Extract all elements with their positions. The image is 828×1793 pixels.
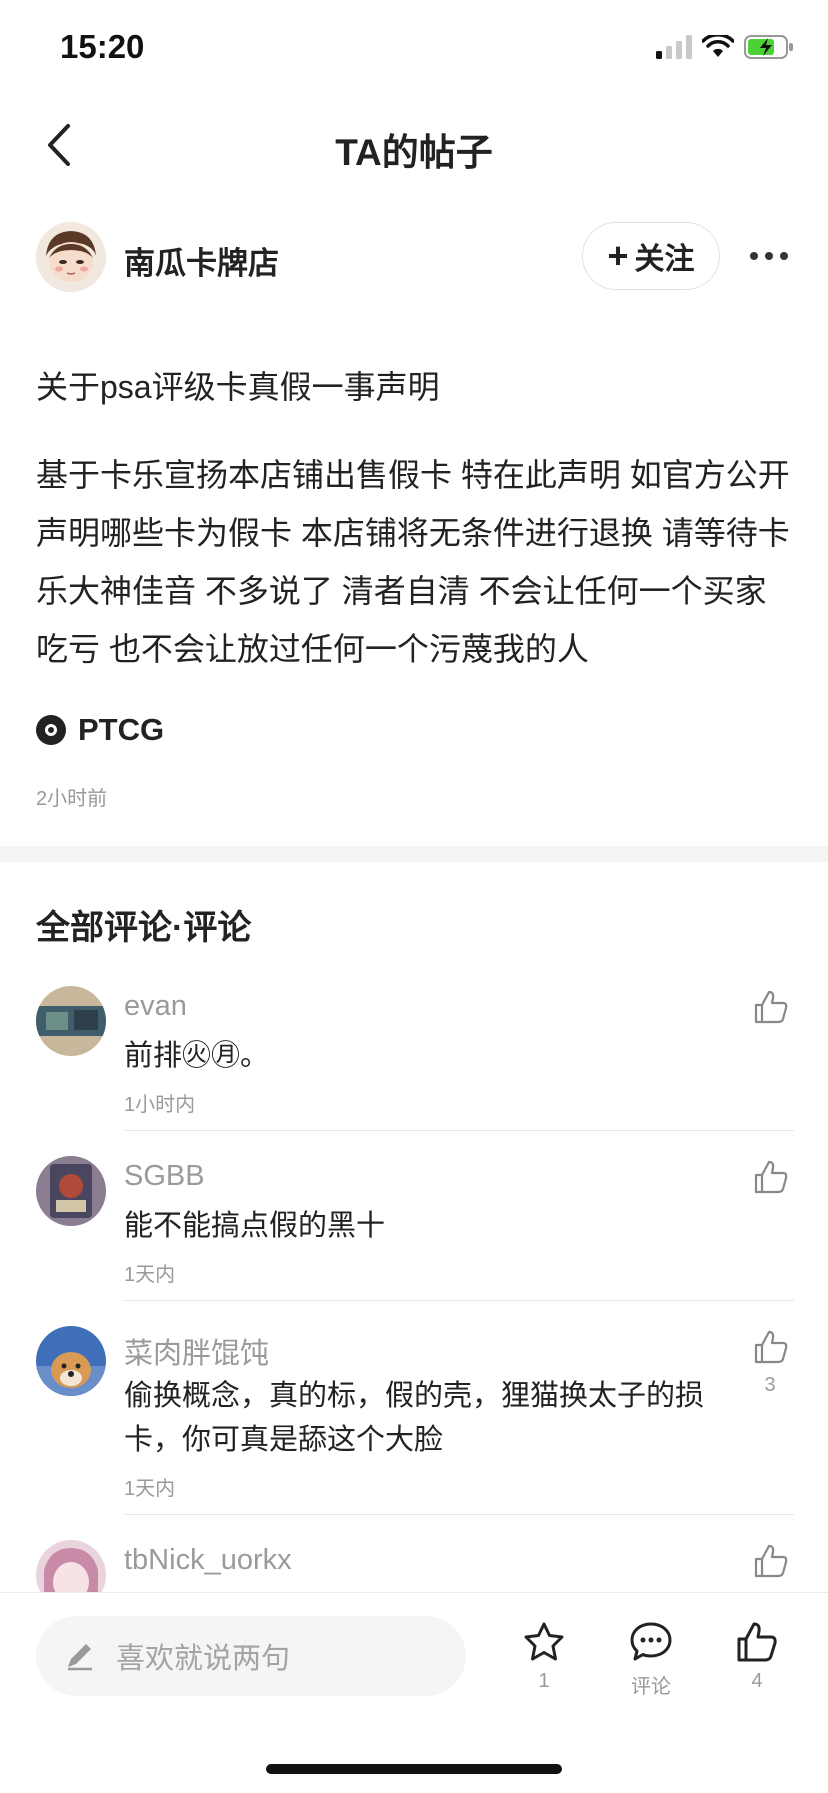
home-indicator xyxy=(266,1764,562,1774)
comment-author[interactable]: evan xyxy=(124,990,187,1023)
signal-icon xyxy=(656,35,692,59)
plus-icon: + xyxy=(607,235,629,276)
follow-label: 关注 xyxy=(634,243,695,276)
comment-text: 能不能搞点假的黑十 xyxy=(124,1210,386,1242)
post-tag[interactable]: PTCG xyxy=(36,712,164,748)
tag-label: PTCG xyxy=(78,712,165,747)
post-title: 关于psa评级卡真假一事声明 xyxy=(36,369,440,405)
comment-avatar[interactable] xyxy=(36,1326,106,1396)
author-avatar[interactable] xyxy=(36,222,106,292)
thumbs-up-icon[interactable] xyxy=(752,988,790,1026)
comment-text: 前排㊋㊊。 xyxy=(124,1040,270,1072)
comment-author[interactable]: SGBB xyxy=(124,1160,205,1193)
more-options-icon[interactable] xyxy=(750,252,788,260)
like-count: 3 xyxy=(764,1374,776,1396)
thumbs-up-icon xyxy=(737,1622,777,1662)
comments-title: 全部评论·评论 xyxy=(36,909,252,947)
comment-time: 1天内 xyxy=(124,1264,176,1286)
favorite-count: 1 xyxy=(538,1670,550,1692)
comment-button[interactable]: 评论 xyxy=(611,1620,691,1699)
status-time: 15:20 xyxy=(60,28,145,65)
comment-label: 评论 xyxy=(631,1676,671,1698)
post-body: 基于卡乐宣扬本店铺出售假卡 特在此声明 如官方公开声明哪些卡为假卡 本店铺将无条… xyxy=(36,457,790,667)
section-divider xyxy=(0,846,828,862)
follow-button[interactable]: + 关注 xyxy=(582,222,720,290)
comment-time: 1小时内 xyxy=(124,1094,196,1116)
like-count: 4 xyxy=(751,1670,763,1692)
favorite-button[interactable]: 1 xyxy=(504,1620,584,1693)
comment-input[interactable]: 喜欢就说两句 xyxy=(36,1616,466,1696)
comment-time: 1天内 xyxy=(124,1478,176,1500)
star-icon xyxy=(524,1622,564,1661)
wifi-icon xyxy=(702,35,734,57)
input-placeholder: 喜欢就说两句 xyxy=(116,1643,291,1675)
battery-icon xyxy=(744,35,793,59)
comment-separator xyxy=(124,1130,794,1131)
thumbs-up-icon[interactable] xyxy=(752,1328,790,1366)
like-button[interactable]: 4 xyxy=(717,1620,797,1693)
author-name[interactable]: 南瓜卡牌店 xyxy=(124,238,279,283)
pen-icon xyxy=(68,1644,92,1671)
comment-separator xyxy=(124,1514,794,1515)
topic-icon xyxy=(36,715,66,745)
thumbs-up-icon[interactable] xyxy=(752,1542,790,1580)
comment-avatar[interactable] xyxy=(36,1156,106,1226)
comment-text: 偷换概念，真的标，假的壳，狸猫换太子的损卡，你可真是舔这个大脸 xyxy=(124,1380,705,1456)
comment-avatar[interactable] xyxy=(36,986,106,1056)
post-time: 2小时前 xyxy=(36,788,108,810)
status-icons xyxy=(656,34,794,60)
comment-bubble-icon xyxy=(630,1622,672,1661)
comment-author[interactable]: tbNick_uorkx xyxy=(124,1544,292,1577)
thumbs-up-icon[interactable] xyxy=(752,1158,790,1196)
comment-separator xyxy=(124,1300,794,1301)
comment-author[interactable]: 菜肉胖馄饨 xyxy=(124,1330,269,1372)
page-title: TA的帖子 xyxy=(335,132,493,173)
